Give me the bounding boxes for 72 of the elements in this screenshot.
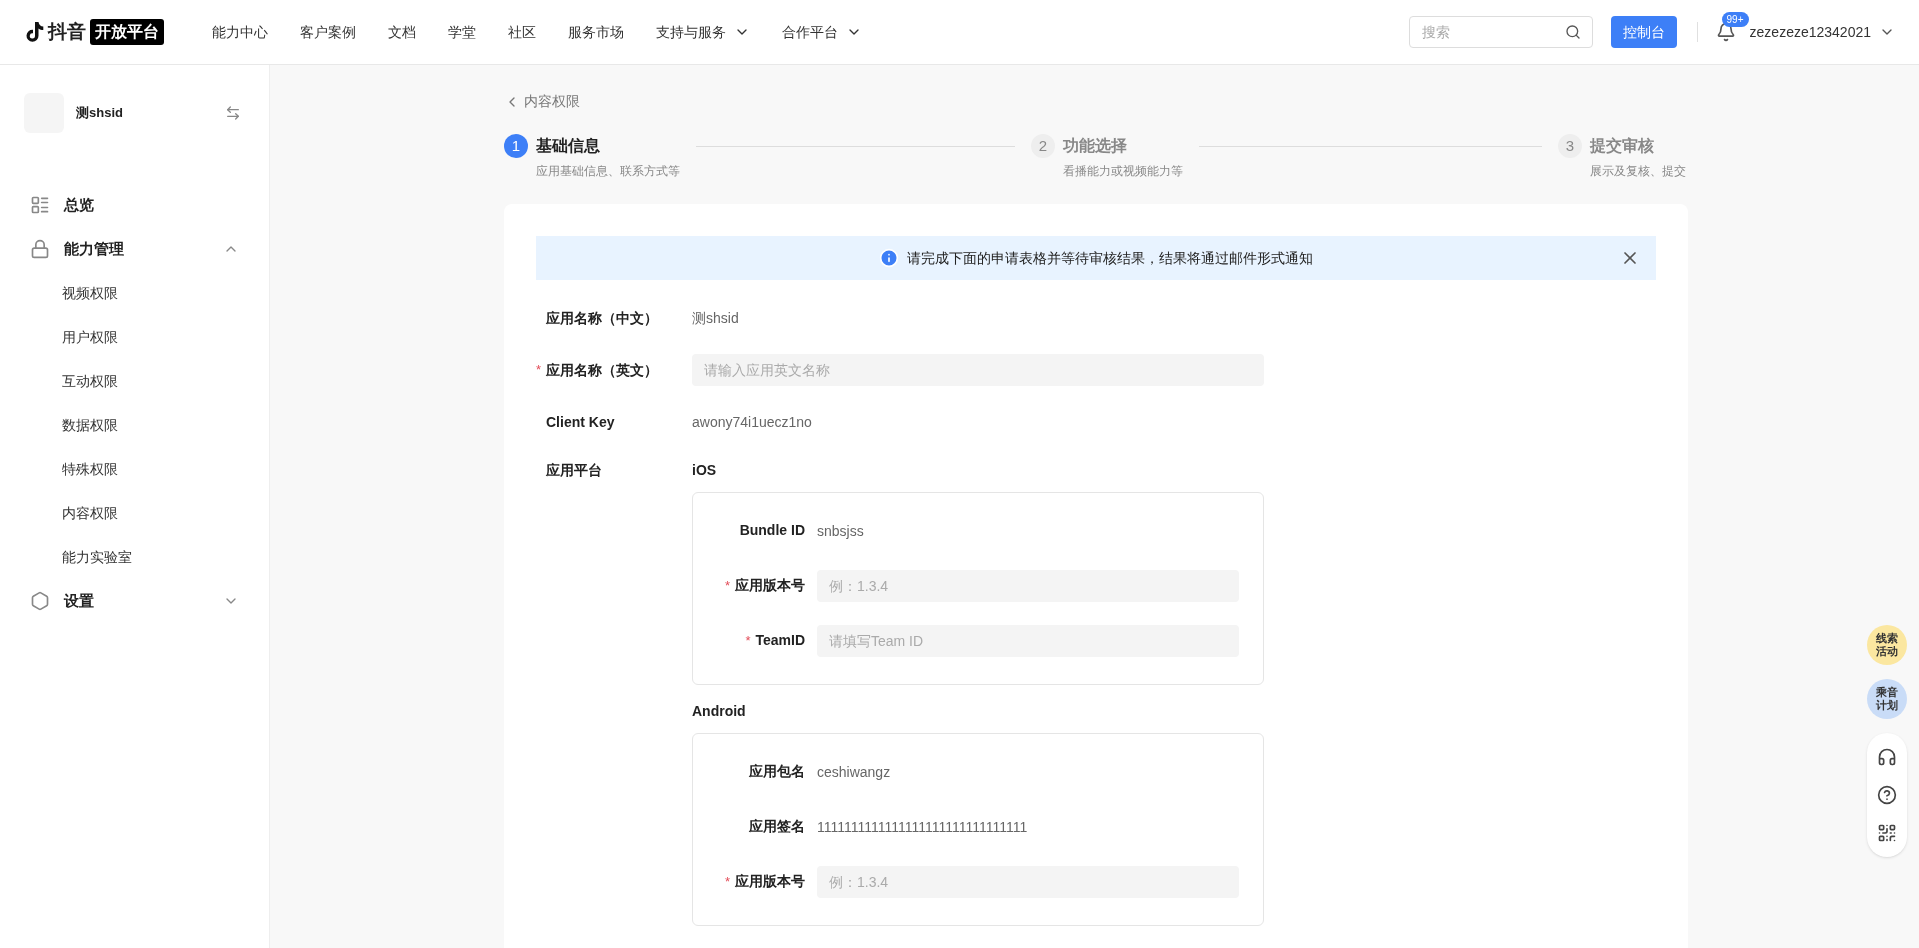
sidebar-subitem[interactable]: 能力实验室 bbox=[24, 535, 245, 579]
nav-link[interactable]: 文档 bbox=[388, 21, 416, 43]
console-button[interactable]: 控制台 bbox=[1610, 16, 1677, 48]
logo-badge: 开放平台 bbox=[90, 19, 164, 45]
platform-title: iOS bbox=[692, 462, 717, 478]
info-icon bbox=[879, 248, 899, 268]
promo-badge[interactable]: 线索活动 bbox=[1867, 625, 1907, 665]
list-icon bbox=[30, 195, 50, 215]
input-field[interactable]: 例：1.3.4 bbox=[817, 569, 1239, 602]
sidebar-subitem[interactable]: 内容权限 bbox=[24, 491, 245, 535]
nav-link[interactable]: 学堂 bbox=[448, 21, 476, 43]
required-mark: * bbox=[745, 631, 751, 650]
search-icon[interactable] bbox=[1564, 24, 1581, 40]
required-mark: * bbox=[725, 872, 731, 891]
bell-icon[interactable] bbox=[1715, 22, 1736, 42]
field-value: 测shsid bbox=[692, 310, 739, 326]
sidebar-subitem[interactable]: 互动权限 bbox=[24, 359, 245, 403]
field-label: 应用包名 bbox=[749, 762, 805, 781]
username[interactable]: zezezeze12342021 bbox=[1749, 21, 1871, 43]
step-title[interactable]: 基础信息 bbox=[536, 134, 600, 158]
search-field[interactable]: 搜索 bbox=[1408, 16, 1593, 48]
logo-text: 抖音 bbox=[48, 19, 86, 44]
nav-link[interactable]: 支持与服务 bbox=[656, 21, 750, 43]
field-label: 应用版本号 bbox=[735, 872, 805, 891]
switch-icon[interactable] bbox=[225, 105, 241, 121]
platform-title: Android bbox=[692, 703, 746, 719]
step-subtitle: 应用基础信息、联系方式等 bbox=[536, 163, 680, 180]
step-number: 3 bbox=[1558, 134, 1582, 158]
field-value: ceshiwangz bbox=[817, 763, 891, 780]
field-label: 应用签名 bbox=[749, 817, 805, 836]
nav-link[interactable]: 服务市场 bbox=[568, 21, 624, 43]
sidebar-subitem[interactable]: 特殊权限 bbox=[24, 447, 245, 491]
qr-code-icon[interactable] bbox=[1877, 823, 1897, 843]
headset-icon[interactable] bbox=[1877, 747, 1897, 767]
nav-link[interactable]: 能力中心 bbox=[212, 21, 268, 43]
step-subtitle: 展示及复核、提交 bbox=[1590, 163, 1686, 180]
nav-link[interactable]: 客户案例 bbox=[300, 21, 356, 43]
notification-badge: 99+ bbox=[1721, 12, 1749, 27]
required-mark: * bbox=[536, 361, 542, 380]
music-note-icon bbox=[24, 21, 44, 43]
back-link[interactable]: 内容权限 bbox=[504, 91, 1688, 112]
field-label: 应用名称（英文） bbox=[546, 360, 658, 380]
promo-badge[interactable]: 乘音计划 bbox=[1867, 679, 1907, 719]
field-label: TeamID bbox=[755, 631, 805, 650]
sidebar-item[interactable]: 设置 bbox=[24, 579, 245, 623]
field-label: 应用平台 bbox=[546, 462, 602, 478]
sidebar-subitem[interactable]: 数据权限 bbox=[24, 403, 245, 447]
field-label: 应用版本号 bbox=[735, 576, 805, 595]
sidebar-subitem[interactable]: 视频权限 bbox=[24, 271, 245, 315]
required-mark: * bbox=[725, 576, 731, 595]
sidebar-subitem[interactable]: 用户权限 bbox=[24, 315, 245, 359]
input-field[interactable]: 请填写Team ID bbox=[817, 624, 1239, 657]
step-number: 1 bbox=[504, 134, 528, 158]
help-icon[interactable] bbox=[1877, 785, 1897, 805]
step-subtitle: 看播能力或视频能力等 bbox=[1063, 163, 1183, 180]
settings-icon bbox=[30, 591, 50, 611]
lock-icon bbox=[30, 239, 50, 259]
sidebar-item[interactable]: 能力管理 bbox=[24, 227, 245, 271]
field-label: Client Key bbox=[546, 412, 615, 432]
field-value: 1111111111111111111111111111111 bbox=[817, 818, 1028, 835]
input-field[interactable]: 例：1.3.4 bbox=[817, 865, 1239, 898]
field-label: Bundle ID bbox=[739, 521, 805, 540]
field-label: 应用名称（中文） bbox=[546, 308, 658, 328]
nav-link[interactable]: 社区 bbox=[508, 21, 536, 43]
nav-link[interactable]: 合作平台 bbox=[782, 21, 862, 43]
sidebar-item[interactable]: 总览 bbox=[24, 183, 245, 227]
field-value: awony74i1uecz1no bbox=[692, 414, 812, 430]
alert-text: 请完成下面的申请表格并等待审核结果，结果将通过邮件形式通知 bbox=[907, 248, 1313, 268]
field-value: snbsjss bbox=[817, 522, 864, 539]
app-name: 测shsid bbox=[76, 104, 124, 123]
input-field[interactable]: 请输入应用英文名称 bbox=[692, 354, 1264, 386]
step-number: 2 bbox=[1031, 134, 1055, 158]
